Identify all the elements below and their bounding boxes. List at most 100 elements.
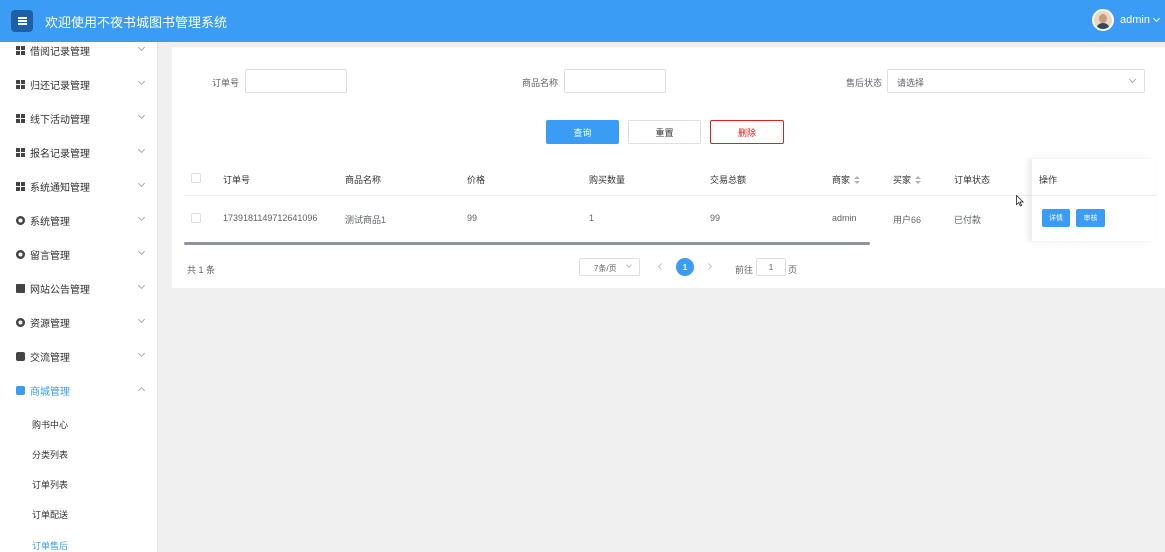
order-no-input[interactable] — [245, 69, 347, 93]
column-header-buyer-label: 买家 — [893, 175, 912, 185]
chevron-down-icon — [1152, 14, 1161, 23]
sidebar-subitem-category-list[interactable]: 分类列表 — [32, 448, 68, 461]
chevron-down-icon — [137, 179, 146, 188]
sidebar-item-label: 系统管理 — [30, 216, 70, 228]
column-header-seller-label: 商家 — [832, 175, 851, 185]
sort-icon[interactable] — [915, 176, 922, 185]
sidebar-item-resources[interactable]: 资源管理 — [0, 310, 157, 334]
sidebar-item-announcements[interactable]: 网站公告管理 — [0, 276, 157, 300]
goto-suffix: 页 — [788, 265, 798, 275]
next-page-icon[interactable] — [704, 262, 713, 271]
top-header: 欢迎使用不夜书城图书管理系统 admin — [0, 0, 1165, 42]
after-sale-status-select[interactable]: 请选择 — [887, 69, 1145, 93]
page-size-value: 7条/页 — [594, 264, 617, 273]
after-sale-status-label: 售后状态 — [846, 78, 883, 88]
sidebar-item-signup-records[interactable]: 报名记录管理 — [0, 140, 157, 164]
column-header-quantity: 购买数量 — [589, 175, 626, 185]
cell-price: 99 — [467, 213, 478, 223]
sidebar-item-label: 网站公告管理 — [30, 284, 90, 296]
sidebar-item-borrow-records[interactable]: 借阅记录管理 — [0, 42, 157, 62]
cell-quantity: 1 — [589, 213, 595, 223]
goto-page-input[interactable]: 1 — [756, 258, 786, 276]
chevron-down-icon — [626, 262, 632, 268]
sidebar-subitem-after-sale[interactable]: 订单售后 — [32, 539, 68, 552]
sidebar-item-label: 归还记录管理 — [30, 80, 90, 92]
review-button[interactable]: 审核 — [1076, 209, 1105, 227]
sidebar-item-system-management[interactable]: 系统管理 — [0, 208, 157, 232]
header-divider — [184, 195, 1155, 196]
cell-total: 99 — [710, 213, 721, 223]
grid-icon — [16, 181, 25, 191]
sidebar-subitem-order-list[interactable]: 订单列表 — [32, 478, 68, 491]
delete-button[interactable]: 删除 — [710, 120, 784, 144]
user-name: admin — [1120, 14, 1150, 26]
product-name-label: 商品名称 — [522, 78, 559, 88]
order-no-label: 订单号 — [212, 78, 240, 88]
page-size-select[interactable]: 7条/页 — [579, 258, 640, 276]
sidebar-item-return-records[interactable]: 归还记录管理 — [0, 72, 157, 96]
chevron-down-icon — [137, 213, 146, 222]
gear-icon — [16, 249, 25, 259]
column-header-seller[interactable]: 商家 — [832, 173, 861, 186]
sort-icon[interactable] — [854, 176, 861, 185]
cell-order-no: 1739181149712641096 — [223, 213, 318, 223]
reset-button[interactable]: 重置 — [628, 120, 701, 144]
horizontal-scrollbar[interactable] — [184, 242, 870, 245]
sidebar-item-offline-events[interactable]: 线下活动管理 — [0, 106, 157, 130]
chevron-down-icon — [137, 43, 146, 52]
cell-seller: admin — [832, 213, 857, 223]
chevron-down-icon — [137, 145, 146, 154]
sidebar: 借阅记录管理 归还记录管理 线下活动管理 报名记录管理 系统通知管理 系统管理 … — [0, 42, 158, 552]
sidebar-item-exchange[interactable]: 交流管理 — [0, 344, 157, 368]
chevron-up-icon — [137, 386, 146, 395]
sidebar-subitem-order-delivery[interactable]: 订单配送 — [32, 508, 68, 521]
grid-icon — [16, 79, 25, 89]
grid-icon — [16, 147, 25, 157]
column-header-price: 价格 — [467, 175, 486, 185]
sidebar-subitem-book-center[interactable]: 购书中心 — [32, 418, 68, 431]
document-icon — [16, 283, 25, 293]
chevron-down-icon — [137, 315, 146, 324]
column-header-operations: 操作 — [1039, 175, 1058, 185]
chevron-down-icon — [137, 111, 146, 120]
sidebar-item-label: 商城管理 — [30, 386, 70, 398]
gear-icon — [16, 317, 25, 327]
sidebar-item-label: 资源管理 — [30, 318, 70, 330]
sidebar-item-label: 留言管理 — [30, 250, 70, 262]
cell-product: 测试商品1 — [345, 215, 387, 225]
sidebar-item-shop[interactable]: 商城管理 — [0, 378, 157, 402]
chevron-down-icon — [137, 349, 146, 358]
goto-prefix: 前往 — [735, 265, 754, 275]
detail-button[interactable]: 详情 — [1042, 209, 1070, 227]
shop-icon — [16, 385, 25, 395]
hamburger-icon — [17, 17, 27, 25]
sidebar-item-label: 借阅记录管理 — [30, 46, 90, 58]
column-header-buyer[interactable]: 买家 — [893, 173, 922, 186]
query-button[interactable]: 查询 — [546, 120, 619, 144]
user-menu[interactable]: admin — [1092, 9, 1161, 31]
operations-column: 操作 详情 审核 — [1031, 159, 1156, 241]
sidebar-item-label: 报名记录管理 — [30, 148, 90, 160]
sidebar-item-system-notices[interactable]: 系统通知管理 — [0, 174, 157, 198]
chevron-down-icon — [137, 247, 146, 256]
row-checkbox[interactable] — [191, 213, 201, 223]
select-placeholder: 请选择 — [897, 78, 925, 88]
main-panel: 订单号 商品名称 售后状态 请选择 查询 重置 删除 订单号 商品名称 价格 购… — [172, 47, 1165, 288]
cell-buyer: 用户66 — [893, 215, 922, 225]
select-all-checkbox[interactable] — [191, 173, 201, 183]
product-name-input[interactable] — [564, 69, 666, 93]
prev-page-icon[interactable] — [657, 262, 666, 271]
grid-icon — [16, 45, 25, 55]
pagination-page[interactable]: 1 — [676, 258, 694, 276]
column-header-product: 商品名称 — [345, 175, 382, 185]
menu-toggle-button[interactable] — [11, 10, 33, 32]
cursor-icon — [1016, 195, 1024, 207]
pagination-total: 共 1 条 — [187, 265, 216, 275]
chevron-down-icon — [137, 281, 146, 290]
cell-status: 已付款 — [954, 215, 982, 225]
sidebar-item-messages[interactable]: 留言管理 — [0, 242, 157, 266]
column-header-total: 交易总额 — [710, 175, 747, 185]
gear-icon — [16, 215, 25, 225]
avatar[interactable] — [1092, 9, 1115, 31]
app-title: 欢迎使用不夜书城图书管理系统 — [45, 14, 228, 30]
